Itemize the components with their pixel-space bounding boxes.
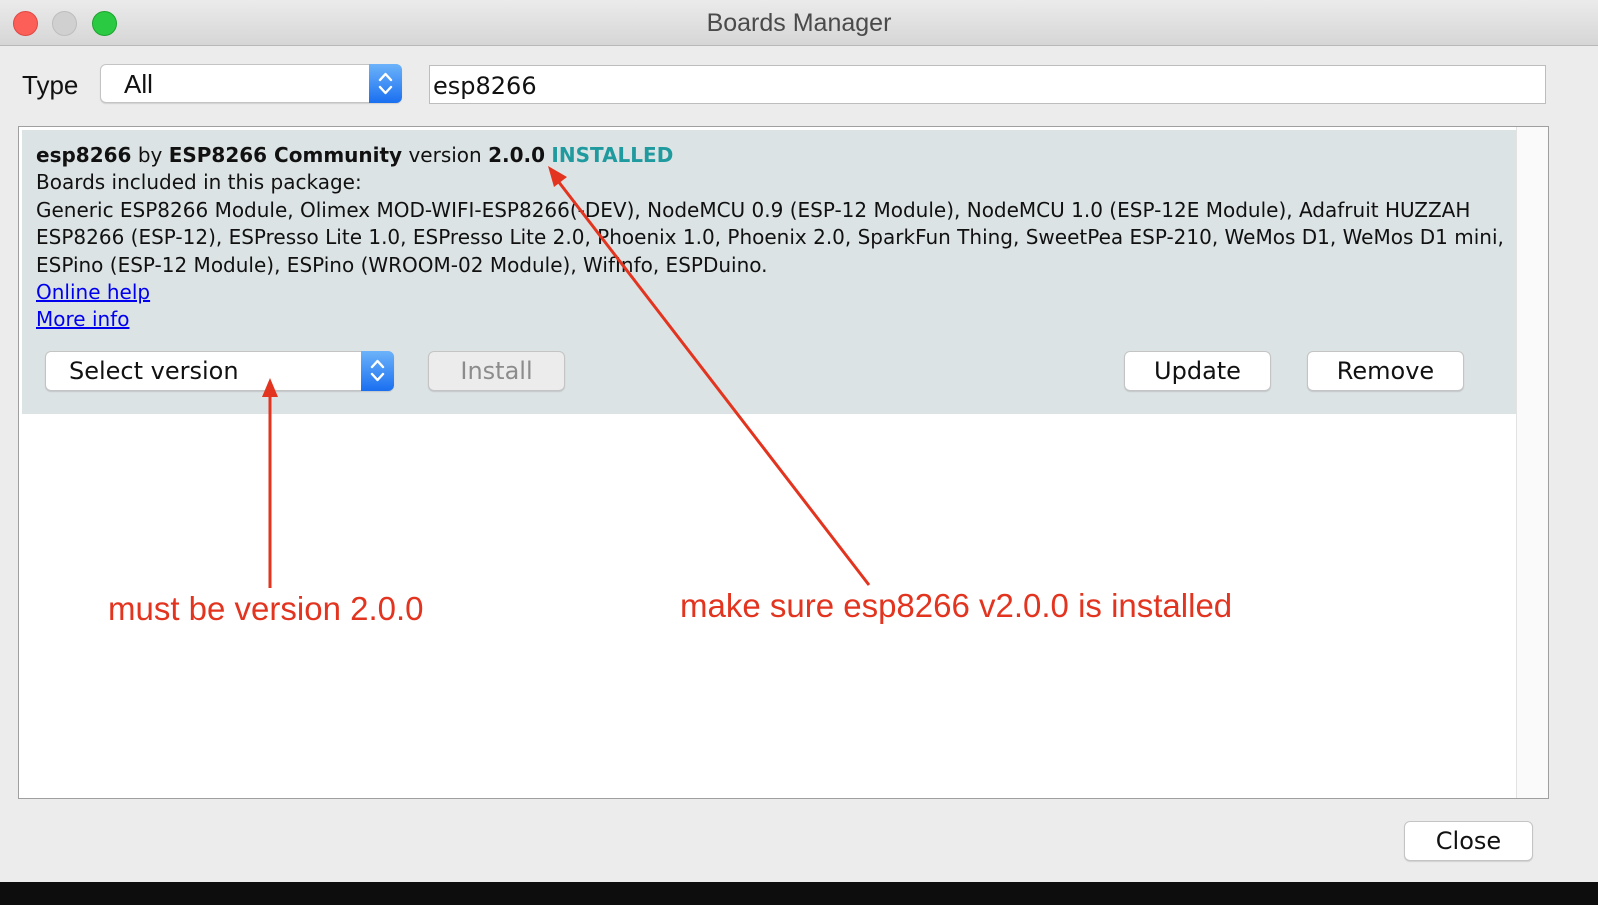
package-header: esp8266 by ESP8266 Community version 2.0… [36, 142, 1506, 169]
annotation-version-note: must be version 2.0.0 [108, 590, 424, 627]
list-item[interactable]: esp8266 by ESP8266 Community version 2.0… [22, 130, 1516, 414]
status-badge: INSTALLED [551, 143, 674, 167]
select-version-dropdown[interactable]: Select version [45, 351, 394, 391]
desktop-strip [0, 882, 1598, 905]
search-input[interactable] [429, 65, 1546, 104]
type-dropdown-value: All [124, 69, 153, 99]
window-title: Boards Manager [706, 9, 892, 37]
type-label: Type [22, 70, 79, 100]
package-version: 2.0.0 [488, 143, 546, 167]
chevron-up-down-icon [369, 64, 402, 103]
install-button[interactable]: Install [428, 351, 565, 391]
online-help-link[interactable]: Online help [36, 279, 150, 306]
title-bar: Boards Manager [0, 0, 1598, 46]
chevron-up-down-icon [361, 351, 394, 391]
type-dropdown[interactable]: All [100, 64, 402, 103]
by-text: by [137, 143, 163, 167]
package-description: esp8266 by ESP8266 Community version 2.0… [36, 142, 1506, 334]
boards-manager-window: Boards Manager Type All esp8266 by ESP82… [0, 0, 1598, 900]
scrollbar[interactable] [1516, 127, 1548, 798]
version-text: version [408, 143, 482, 167]
close-button[interactable]: Close [1404, 821, 1533, 861]
annotation-installed-note: make sure esp8266 v2.0.0 is installed [680, 587, 1233, 624]
more-info-link[interactable]: More info [36, 306, 129, 333]
boards-heading: Boards included in this package: [36, 170, 362, 195]
package-author: ESP8266 Community [168, 143, 403, 167]
update-button[interactable]: Update [1124, 351, 1271, 391]
boards-list-text: Generic ESP8266 Module, Olimex MOD-WIFI-… [36, 197, 1504, 277]
select-version-label: Select version [69, 357, 239, 385]
boards-list: esp8266 by ESP8266 Community version 2.0… [18, 126, 1549, 799]
package-name: esp8266 [36, 143, 132, 167]
remove-button[interactable]: Remove [1307, 351, 1464, 391]
